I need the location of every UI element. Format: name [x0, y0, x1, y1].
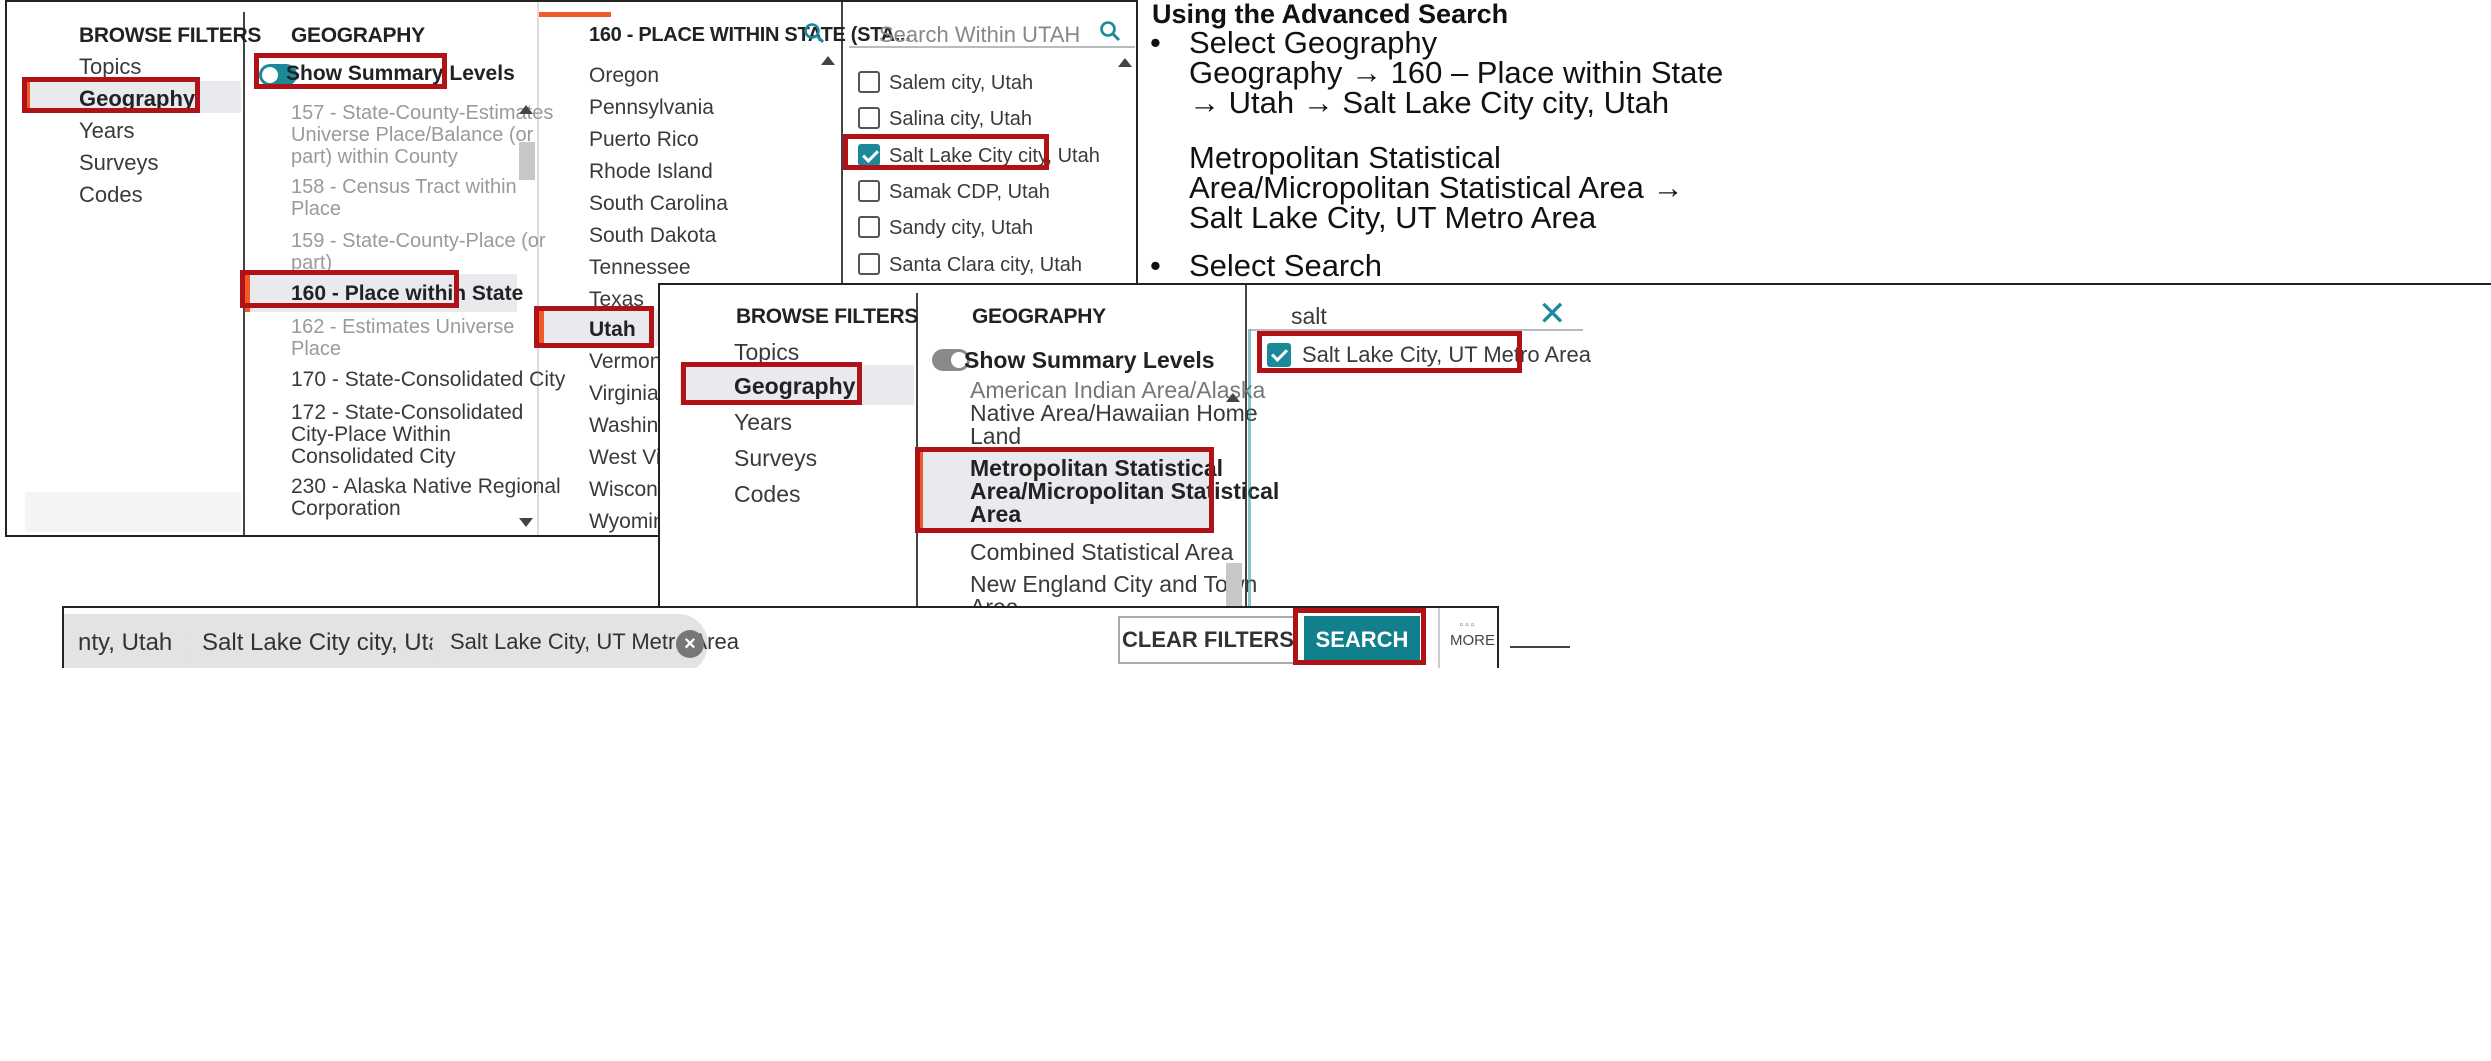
highlight-search-button: [1293, 608, 1426, 665]
state-south-dakota[interactable]: South Dakota: [589, 224, 716, 248]
place-sandy: Sandy city, Utah: [889, 217, 1034, 239]
geo-level-170[interactable]: 170 - State-Consolidated City: [291, 368, 565, 392]
state-pennsylvania[interactable]: Pennsylvania: [589, 96, 714, 120]
line: Place: [291, 338, 342, 360]
line: 162 - Estimates Universe: [291, 316, 515, 338]
filter-chip-label: nty, Utah: [78, 629, 173, 656]
clear-filters-button[interactable]: CLEAR FILTERS: [1118, 616, 1298, 664]
filter-surveys[interactable]: Surveys: [734, 445, 817, 472]
scrollbar-thumb[interactable]: [519, 142, 535, 180]
search-underline: [849, 46, 1135, 48]
divider: [1438, 608, 1440, 668]
line: 172 - State-Consolidated: [291, 401, 524, 424]
line: Native Area/Hawaiian Home: [970, 400, 1258, 426]
scroll-up-arrow[interactable]: [1118, 58, 1132, 67]
line: 157 - State-County-Estimates: [291, 102, 554, 124]
selected-filters-bar: nty, Utah × Salt Lake City city, Utah × …: [62, 606, 1499, 668]
scroll-up-arrow[interactable]: [821, 56, 835, 65]
geo-american-indian-area[interactable]: American Indian Area/Alaska Native Area/…: [970, 379, 1265, 448]
geo-level-159[interactable]: 159 - State-County-Place (or part): [291, 230, 546, 274]
focus-bar: [1248, 329, 1251, 613]
instruction-step-2: Select Search: [1189, 248, 1382, 283]
search-within-utah-input[interactable]: Search Within UTAH: [879, 22, 1080, 48]
line: 159 - State-County-Place (or: [291, 230, 546, 252]
scroll-up-arrow[interactable]: [519, 105, 533, 114]
geo-combined-statistical-area[interactable]: Combined Statistical Area: [970, 539, 1233, 566]
highlight-show-summary-levels: [254, 53, 447, 89]
line: Place: [291, 198, 342, 220]
scroll-up-arrow[interactable]: [1226, 393, 1240, 402]
geo-level-162[interactable]: 162 - Estimates Universe Place: [291, 316, 514, 360]
column-accent-bar: [539, 12, 611, 17]
state-rhode-island[interactable]: Rhode Island: [589, 160, 713, 184]
instruction-line: Salt Lake City, UT Metro Area: [1189, 200, 1597, 235]
highlight-utah: [534, 306, 654, 348]
line: 230 - Alaska Native Regional: [291, 475, 561, 498]
highlight-metro-area: [915, 447, 1214, 533]
line: Consolidated City: [291, 445, 456, 468]
search-icon[interactable]: [1099, 20, 1121, 42]
state-tennessee[interactable]: Tennessee: [589, 256, 691, 280]
line: City-Place Within: [291, 423, 451, 446]
filter-chip-label: Salt Lake City city, Utah: [202, 629, 455, 656]
browse-filters-header: BROWSE FILTERS: [736, 305, 919, 328]
browse-filters-header: BROWSE FILTERS: [79, 24, 262, 47]
more-dots-icon: ▫▫▫: [1459, 620, 1477, 631]
place-within-state-header: 160 - PLACE WITHIN STATE (STA...: [589, 24, 911, 46]
line: Corporation: [291, 497, 401, 520]
more-label: MORE: [1450, 632, 1495, 649]
checkbox-salem[interactable]: [858, 71, 880, 93]
geo-level-157[interactable]: 157 - State-County-Estimates Universe Pl…: [291, 102, 553, 168]
filter-codes[interactable]: Codes: [734, 481, 800, 508]
sidebar-footer: [25, 492, 241, 532]
geography-header: GEOGRAPHY: [291, 24, 425, 47]
line: Land: [970, 423, 1022, 449]
bullet-icon: •: [1150, 25, 1161, 60]
line: Universe Place/Balance (or: [291, 124, 534, 146]
checkbox-salina[interactable]: [858, 107, 880, 129]
state-south-carolina[interactable]: South Carolina: [589, 192, 728, 216]
state-virginia[interactable]: Virginia: [589, 382, 659, 406]
highlight-160: [240, 270, 459, 308]
line: 158 - Census Tract within: [291, 176, 517, 198]
filter-years[interactable]: Years: [79, 118, 134, 144]
scroll-down-arrow[interactable]: [519, 518, 533, 527]
instruction-line: → Utah → Salt Lake City city, Utah: [1189, 85, 1670, 120]
highlight-geography: [681, 362, 862, 405]
checkbox-sandy[interactable]: [858, 216, 880, 238]
state-vermont[interactable]: Vermont: [589, 350, 667, 374]
connector-line: [1510, 646, 1570, 648]
remove-chip-icon[interactable]: ×: [676, 630, 704, 658]
line: American Indian Area/Alaska: [970, 377, 1266, 403]
checkbox-samak[interactable]: [858, 180, 880, 202]
search-icon[interactable]: [803, 22, 825, 44]
filter-chip[interactable]: Salt Lake City, UT Metro Area ×: [432, 614, 739, 668]
geo-level-172[interactable]: 172 - State-Consolidated City-Place With…: [291, 402, 523, 468]
checkbox-santa-clara[interactable]: [858, 253, 880, 275]
salt-search-input[interactable]: salt: [1291, 303, 1327, 330]
clear-filters-label: CLEAR FILTERS: [1122, 627, 1294, 652]
highlight-salt-lake-city: [843, 134, 1049, 170]
filter-surveys[interactable]: Surveys: [79, 150, 158, 176]
summary-levels-label: Show Summary Levels: [964, 347, 1215, 373]
bullet-icon: •: [1150, 248, 1161, 283]
place-salina: Salina city, Utah: [889, 108, 1033, 130]
geo-level-230[interactable]: 230 - Alaska Native Regional Corporation: [291, 476, 561, 520]
highlight-geography: [22, 77, 200, 113]
place-salem: Salem city, Utah: [889, 72, 1034, 94]
place-samak: Samak CDP, Utah: [889, 181, 1050, 203]
state-puerto-rico[interactable]: Puerto Rico: [589, 128, 699, 152]
divider: [1245, 285, 1247, 613]
place-santa-clara: Santa Clara city, Utah: [889, 254, 1083, 276]
geography-header: GEOGRAPHY: [972, 305, 1106, 328]
geo-level-158[interactable]: 158 - Census Tract within Place: [291, 176, 517, 220]
more-menu[interactable]: ▫▫▫ MORE: [1450, 620, 1495, 649]
filter-codes[interactable]: Codes: [79, 182, 143, 208]
line: part) within County: [291, 146, 458, 168]
line: New England City and Town: [970, 571, 1258, 597]
clear-search-icon[interactable]: ✕: [1538, 297, 1567, 331]
filter-years[interactable]: Years: [734, 409, 792, 436]
state-oregon[interactable]: Oregon: [589, 64, 659, 88]
highlight-salt-lake-city-metro: [1257, 331, 1522, 373]
